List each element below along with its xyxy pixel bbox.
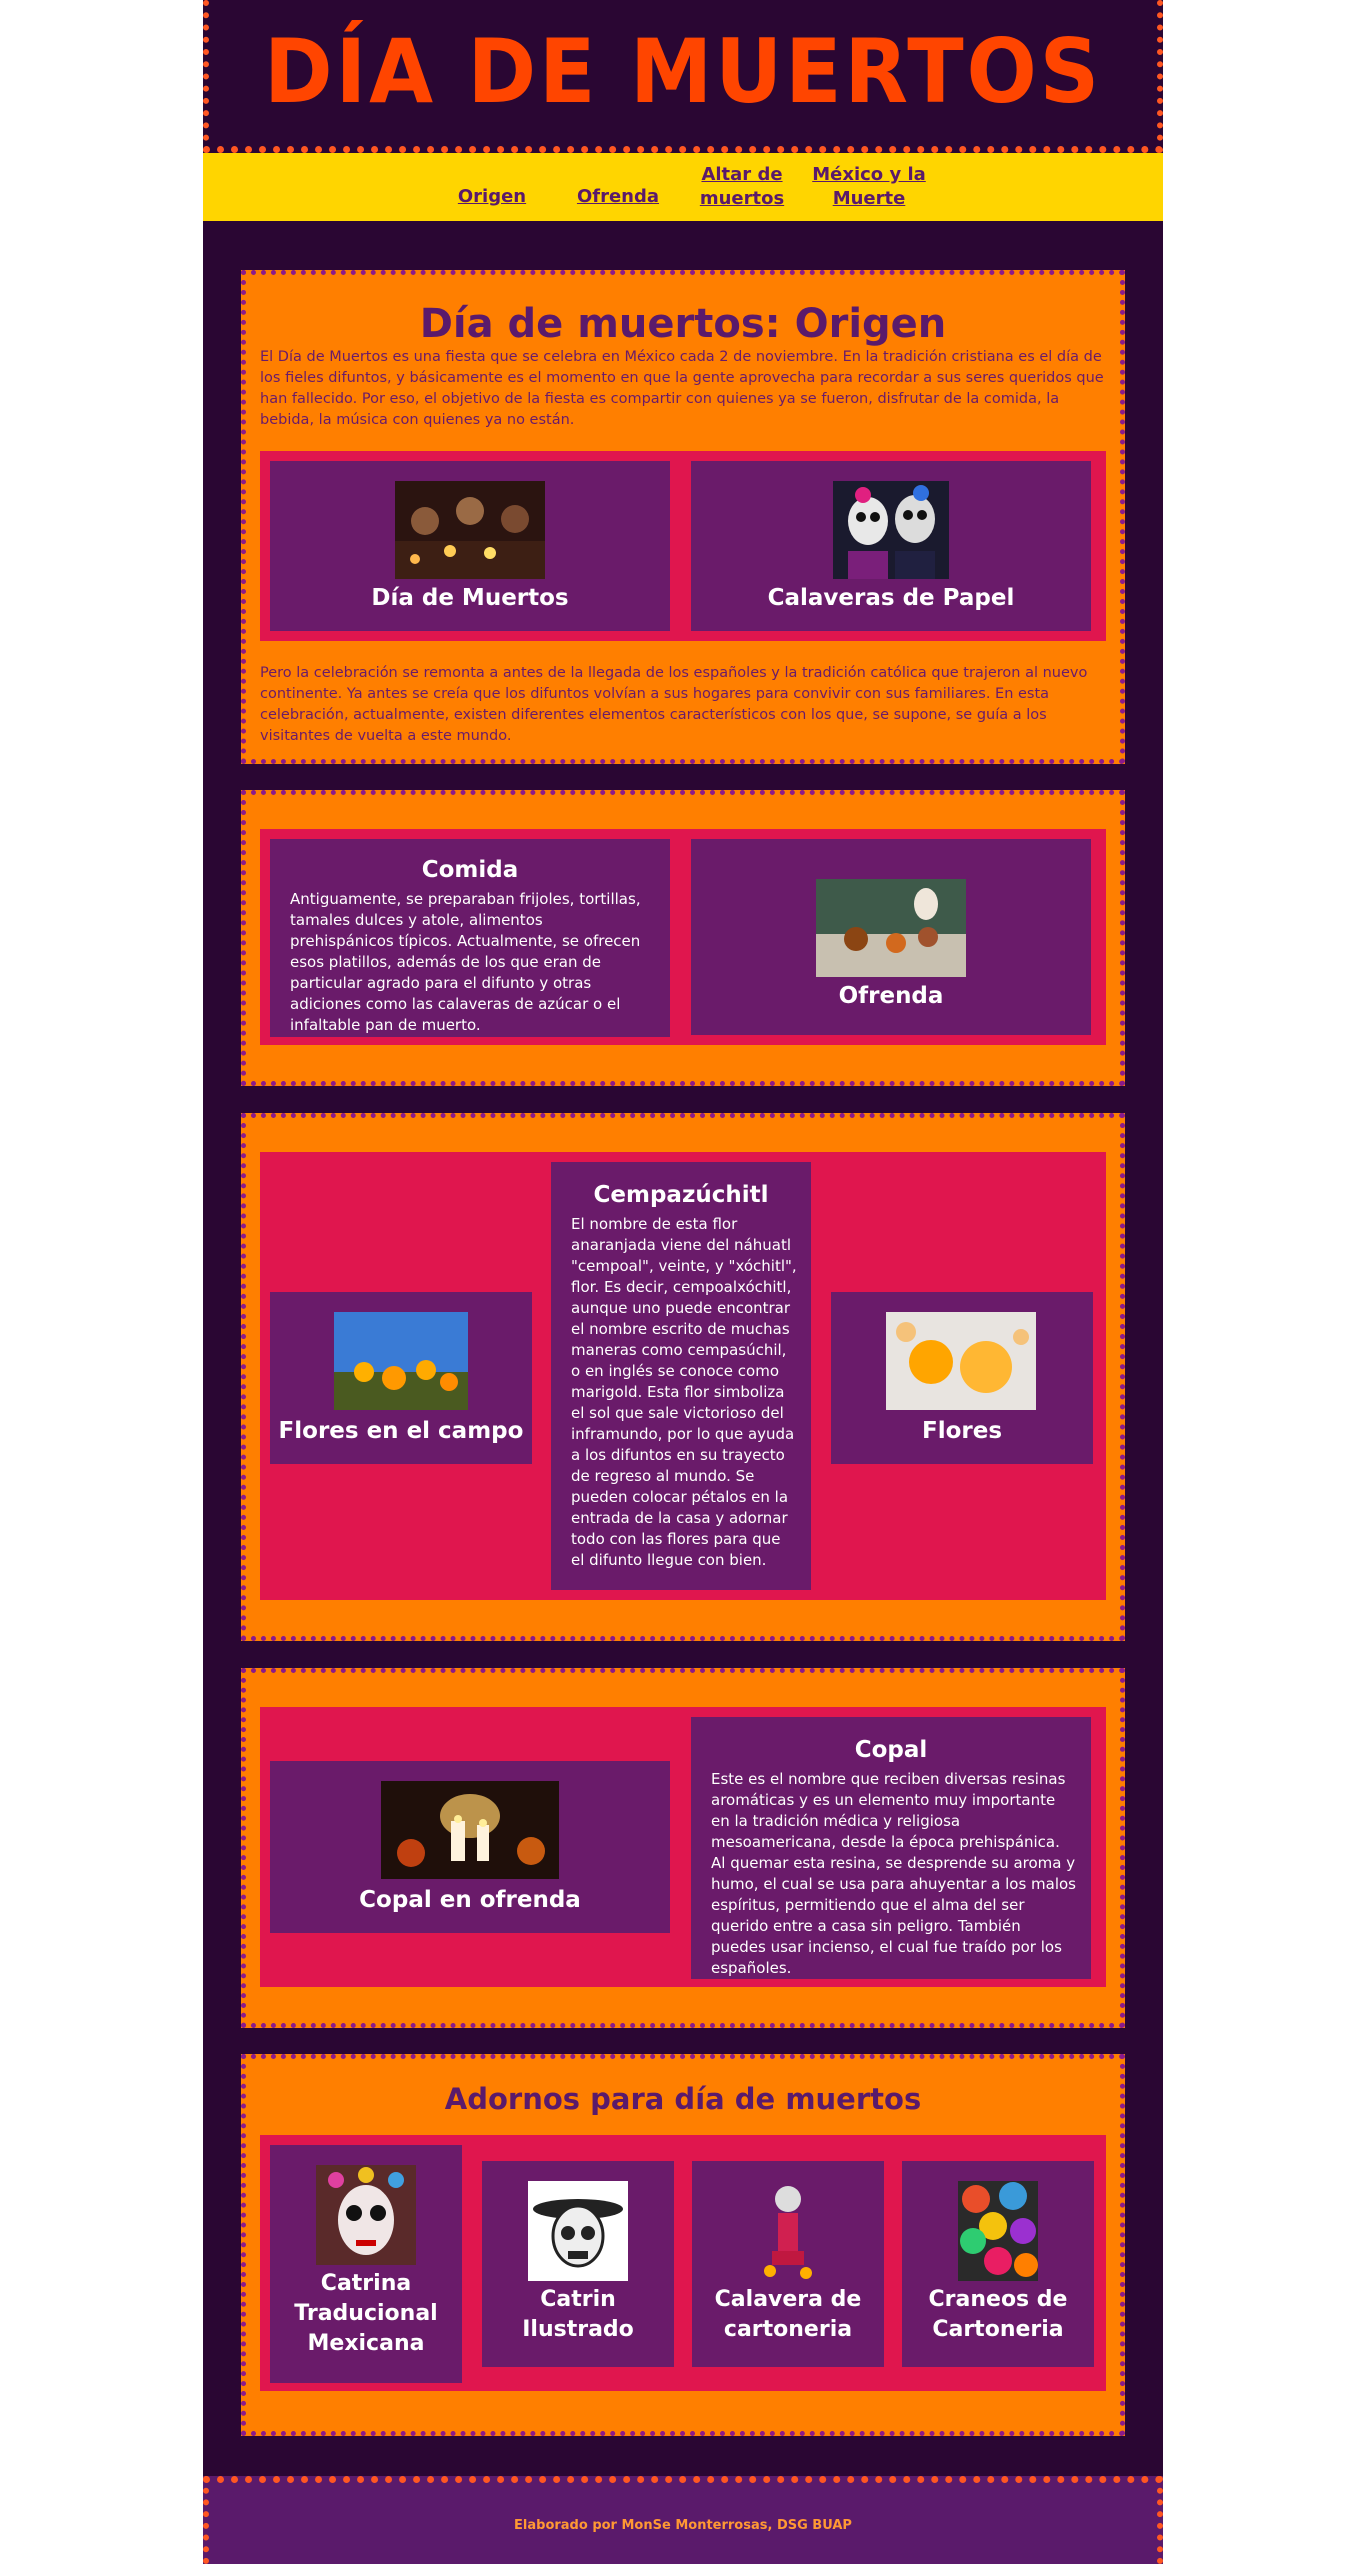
section-origen: Día de muertos: Origen El Día de Muertos… xyxy=(241,270,1125,764)
section-heading-origen: Día de muertos: Origen xyxy=(419,301,947,347)
card-title-ofrenda: Ofrenda xyxy=(838,983,944,1009)
catrina-image xyxy=(316,2165,416,2265)
flores-en-el-campo-image xyxy=(334,1312,468,1410)
section-adornos: Adornos para día de muertos Catrina Trad… xyxy=(241,2054,1125,2436)
origen-intro-paragraph: El Día de Muertos es una fiesta que se c… xyxy=(260,349,1104,428)
nav-link-altar[interactable]: Altar de muertos xyxy=(697,163,787,211)
card-title-dia-de-muertos: Día de Muertos xyxy=(371,585,569,611)
card-title-flores-en-el-campo: Flores en el campo xyxy=(278,1418,524,1444)
card-copal-en-ofrenda: Copal en ofrenda xyxy=(270,1761,670,1933)
nav-link-mexico-muerte[interactable]: México y la Muerte xyxy=(811,163,927,211)
copal-band: Copal en ofrenda Copal Este es el nombre… xyxy=(260,1707,1106,1987)
copal-description: Este es el nombre que reciben diversas r… xyxy=(711,1770,1076,1977)
dia-de-muertos-image xyxy=(395,481,545,579)
section-copal: Copal en ofrenda Copal Este es el nombre… xyxy=(241,1668,1125,2028)
flores-image xyxy=(886,1312,1036,1410)
calaveras-de-papel-image xyxy=(833,481,949,579)
origen-outro-paragraph: Pero la celebración se remonta a antes d… xyxy=(260,665,1088,744)
craneos-cartoneria-image xyxy=(958,2181,1038,2281)
card-cempazuchitl: Cempazúchitl El nombre de esta flor anar… xyxy=(551,1162,811,1590)
site-footer: Elaborado por MonSe Monterrosas, DSG BUA… xyxy=(203,2476,1163,2564)
adornos-band: Catrina Traducional Mexicana Catrin Ilus… xyxy=(260,2135,1106,2391)
card-title-comida: Comida xyxy=(421,857,519,883)
card-comida: Comida Antiguamente, se preparaban frijo… xyxy=(270,839,670,1037)
calavera-cartoneria-image xyxy=(758,2181,818,2281)
origen-cards-band: Día de Muertos Calaveras de Papel xyxy=(260,451,1106,641)
card-calaveras-de-papel: Calaveras de Papel xyxy=(691,461,1091,631)
ofrenda-image xyxy=(816,879,966,977)
card-catrina: Catrina Traducional Mexicana xyxy=(270,2145,462,2383)
card-title-calavera-cartoneria: Calavera de cartoneria xyxy=(714,2287,862,2342)
card-craneos-cartoneria: Craneos de Cartoneria xyxy=(902,2161,1094,2367)
card-calavera-cartoneria: Calavera de cartoneria xyxy=(692,2161,884,2367)
card-ofrenda: Ofrenda xyxy=(691,839,1091,1035)
cempazuchitl-description: El nombre de esta flor anaranjada viene … xyxy=(571,1215,797,1569)
nav-link-ofrenda[interactable]: Ofrenda xyxy=(573,185,663,209)
card-title-calaveras-de-papel: Calaveras de Papel xyxy=(767,585,1015,611)
card-title-craneos-cartoneria: Craneos de Cartoneria xyxy=(928,2287,1068,2342)
comida-description: Antiguamente, se preparaban frijoles, to… xyxy=(290,890,641,1034)
page: DÍA DE MUERTOS Origen Ofrenda Altar de m… xyxy=(203,0,1163,2564)
site-title: DÍA DE MUERTOS xyxy=(263,20,1103,123)
nav-link-origen[interactable]: Origen xyxy=(447,185,537,209)
card-title-flores: Flores xyxy=(921,1418,1003,1444)
card-title-catrina: Catrina Traducional Mexicana xyxy=(294,2271,438,2356)
card-title-copal-en-ofrenda: Copal en ofrenda xyxy=(359,1887,581,1913)
footer-credit: Elaborado por MonSe Monterrosas, DSG BUA… xyxy=(514,2518,852,2533)
card-title-copal: Copal xyxy=(854,1737,928,1763)
card-flores: Flores xyxy=(831,1292,1093,1464)
cempazuchitl-band: Flores en el campo Cempazúchitl El nombr… xyxy=(260,1152,1106,1600)
section-comida: Comida Antiguamente, se preparaban frijo… xyxy=(241,790,1125,1086)
section-heading-adornos: Adornos para día de muertos xyxy=(444,2082,922,2116)
card-dia-de-muertos: Día de Muertos xyxy=(270,461,670,631)
section-cempazuchitl: Flores en el campo Cempazúchitl El nombr… xyxy=(241,1113,1125,1641)
main-nav: Origen Ofrenda Altar de muertos México y… xyxy=(203,153,1163,221)
card-flores-en-el-campo: Flores en el campo xyxy=(270,1292,532,1464)
comida-band: Comida Antiguamente, se preparaban frijo… xyxy=(260,829,1106,1045)
catrin-image xyxy=(528,2181,628,2281)
site-header: DÍA DE MUERTOS xyxy=(203,0,1163,153)
card-copal: Copal Este es el nombre que reciben dive… xyxy=(691,1717,1091,1979)
card-title-cempazuchitl: Cempazúchitl xyxy=(593,1182,769,1208)
card-catrin: Catrin Ilustrado xyxy=(482,2161,674,2367)
copal-en-ofrenda-image xyxy=(381,1781,559,1879)
card-title-catrin: Catrin Ilustrado xyxy=(522,2287,634,2342)
